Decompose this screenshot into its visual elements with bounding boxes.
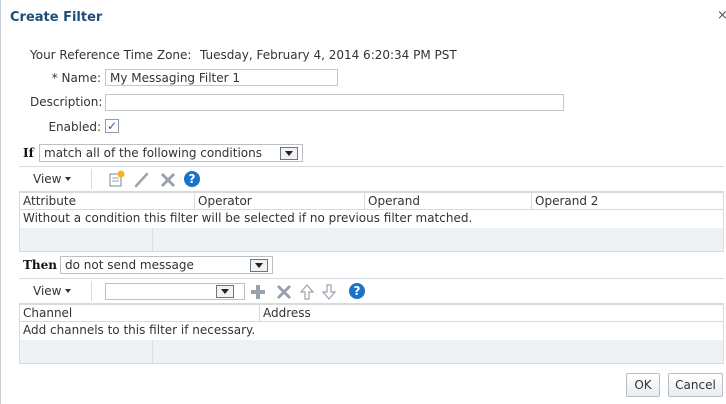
arrow-up-icon[interactable]: [298, 283, 316, 301]
name-input[interactable]: My Messaging Filter 1: [105, 69, 338, 86]
ok-button[interactable]: OK: [626, 373, 660, 397]
if-condition-select[interactable]: match all of the following conditions: [39, 144, 303, 162]
add-icon[interactable]: [249, 283, 267, 301]
if-label: If: [23, 146, 34, 160]
column-header-operand[interactable]: Operand: [365, 193, 532, 209]
name-label: * Name:: [51, 71, 101, 85]
edit-icon[interactable]: [133, 171, 151, 189]
then-view-label: View: [33, 284, 62, 298]
channels-table-filler: [20, 340, 723, 363]
then-label: Then: [23, 258, 58, 272]
if-view-menu[interactable]: View: [33, 172, 72, 186]
if-condition-value: match all of the following conditions: [44, 146, 262, 160]
enabled-label: Enabled:: [48, 120, 101, 134]
conditions-table-filler: [20, 228, 723, 251]
channels-table: Channel Address Add channels to this fil…: [19, 304, 724, 364]
chevron-down-icon: [280, 147, 298, 160]
if-toolbar: View ?: [19, 166, 724, 192]
chevron-down-icon: [216, 285, 234, 298]
column-header-operand2[interactable]: Operand 2: [532, 193, 723, 209]
toolbar-divider: [91, 169, 92, 189]
timezone-label: Your Reference Time Zone:: [30, 48, 192, 62]
then-action-select[interactable]: do not send message: [60, 256, 273, 274]
close-icon[interactable]: ×: [717, 8, 726, 23]
create-filter-dialog: Create Filter × Your Reference Time Zone…: [0, 0, 726, 404]
svg-text:?: ?: [189, 172, 196, 186]
conditions-table-header: Attribute Operator Operand Operand 2: [20, 193, 723, 210]
caret-down-icon: [65, 177, 72, 181]
delete-icon[interactable]: [159, 171, 177, 189]
help-icon[interactable]: ?: [348, 282, 366, 300]
conditions-empty-message: Without a condition this filter will be …: [23, 211, 473, 225]
then-action-value: do not send message: [65, 258, 194, 272]
channels-empty-message: Add channels to this filter if necessary…: [23, 323, 256, 337]
arrow-down-icon[interactable]: [320, 283, 338, 301]
column-header-address[interactable]: Address: [260, 305, 723, 321]
column-header-channel[interactable]: Channel: [20, 305, 260, 321]
dialog-title: Create Filter: [10, 10, 103, 25]
delete-icon[interactable]: [275, 283, 293, 301]
column-header-operator[interactable]: Operator: [195, 193, 365, 209]
filler-divider: [152, 340, 153, 363]
if-view-label: View: [33, 172, 62, 186]
add-condition-icon[interactable]: [108, 170, 126, 188]
toolbar-divider: [91, 281, 92, 301]
then-toolbar: View ?: [19, 278, 724, 304]
channel-select[interactable]: [105, 283, 245, 300]
conditions-table: Attribute Operator Operand Operand 2 Wit…: [19, 192, 724, 252]
then-view-menu[interactable]: View: [33, 284, 72, 298]
enabled-checkbox[interactable]: ✓: [105, 119, 119, 133]
description-label: Description:: [30, 95, 103, 109]
description-input[interactable]: [105, 94, 564, 111]
filler-divider: [152, 228, 153, 251]
column-header-attribute[interactable]: Attribute: [20, 193, 195, 209]
help-icon[interactable]: ?: [183, 170, 201, 188]
channels-table-header: Channel Address: [20, 305, 723, 322]
caret-down-icon: [65, 289, 72, 293]
chevron-down-icon: [250, 259, 268, 272]
cancel-button[interactable]: Cancel: [668, 373, 723, 397]
svg-text:?: ?: [354, 284, 361, 298]
timezone-value: Tuesday, February 4, 2014 6:20:34 PM PST: [200, 48, 457, 62]
